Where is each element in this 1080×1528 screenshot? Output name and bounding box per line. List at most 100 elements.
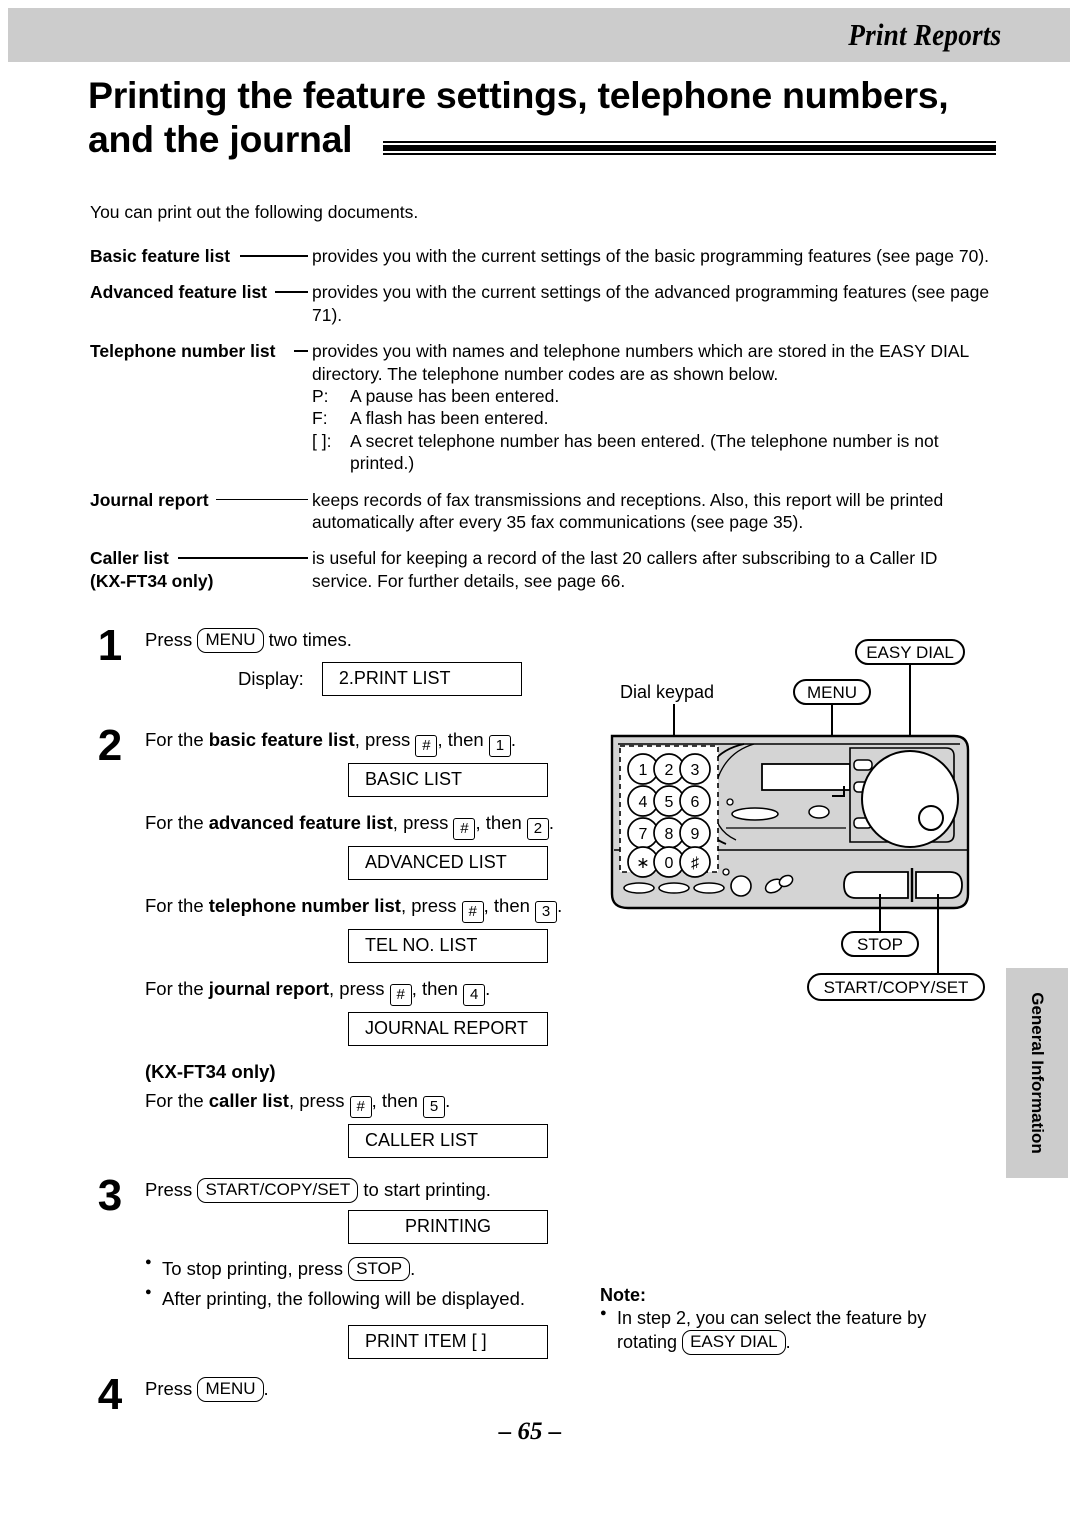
line-mid: , press <box>329 978 385 999</box>
menu-key[interactable]: MENU <box>197 628 264 653</box>
definition-term: Caller list (KX-FT34 only) <box>90 547 312 592</box>
keypad-key-5: 5 <box>665 794 674 811</box>
running-header-bar: Print Reports <box>8 8 1070 62</box>
start-copy-set-key[interactable]: START/COPY/SET <box>197 1177 359 1203</box>
line-mid: , press <box>288 1089 345 1111</box>
line-end: . <box>485 978 491 999</box>
step-3-bullets: To stop printing, press STOP. After prin… <box>145 1255 568 1314</box>
keypad-key-star: ∗ <box>636 855 649 872</box>
line-mid2: , then <box>411 978 458 999</box>
definition-description: provides you with names and telephone nu… <box>312 341 969 384</box>
intro-text: You can print out the following document… <box>90 202 419 222</box>
code-value: A secret telephone number has been enter… <box>350 430 939 474</box>
keypad-key-9: 9 <box>691 826 700 843</box>
line-bold: advanced feature list <box>208 812 393 833</box>
digit-key[interactable]: 1 <box>488 735 511 757</box>
bullet-after-printing: After printing, the following will be di… <box>145 1285 568 1313</box>
line-pre: For the <box>145 978 204 999</box>
note-body: In step 2, you can select the feature by… <box>600 1306 980 1355</box>
definition-row: Advanced feature list provides you with … <box>90 281 990 326</box>
step-2-line-4: For the journal report, press #, then 4. <box>145 977 568 1006</box>
keypad-key-hash: ♯ <box>691 855 699 872</box>
note-body-end: . <box>785 1332 791 1353</box>
lcd-display: 2.PRINT LIST <box>321 661 522 696</box>
callout-menu: MENU <box>807 683 857 702</box>
page-number: – 65 – <box>498 1418 562 1445</box>
definition-description: provides you with the current settings o… <box>312 246 990 266</box>
hash-key[interactable]: # <box>461 901 484 923</box>
lcd-display: CALLER LIST <box>348 1123 548 1158</box>
hash-key[interactable]: # <box>453 818 476 840</box>
digit-key[interactable]: 2 <box>526 818 549 840</box>
bullet-end: . <box>410 1257 416 1279</box>
definition-term: Telephone number list <box>90 340 312 474</box>
line-pre: For the <box>145 1089 204 1111</box>
definition-row: Journal report keeps records of fax tran… <box>90 489 990 534</box>
step-3-instruction: Press START/COPY/SET to start printing. <box>145 1177 568 1203</box>
step-number: 3 <box>97 1170 123 1220</box>
step-1-instruction: Press MENU two times. <box>145 628 568 653</box>
step-number: 1 <box>97 621 123 670</box>
note-block: Note: In step 2, you can select the feat… <box>600 1285 980 1355</box>
side-tab-label: General Information <box>1028 992 1047 1154</box>
definition-term-label: Caller list <box>90 548 169 569</box>
keypad-key-7: 7 <box>639 826 648 843</box>
step-3-tail: to start printing. <box>363 1178 491 1200</box>
line-mid2: , then <box>483 895 530 916</box>
definition-term-label: Telephone number list <box>90 341 276 362</box>
definition-description: keeps records of fax transmissions and r… <box>312 489 944 532</box>
display-label: Display: <box>238 667 304 689</box>
code-value: A flash has been entered. <box>350 408 549 429</box>
line-mid2: , then <box>475 812 522 833</box>
line-bold: caller list <box>208 1089 289 1111</box>
procedure-steps: 1 Press MENU two times. Display: 2.PRINT… <box>88 621 568 1416</box>
line-end: . <box>510 729 517 750</box>
line-end: . <box>557 895 563 916</box>
code-key: [ ]: <box>312 430 332 451</box>
line-mid: , press <box>354 729 411 750</box>
code-key: F: <box>312 408 328 429</box>
step-1-tail: two times. <box>268 629 352 650</box>
definition-term-sublabel: (KX-FT34 only) <box>90 570 214 591</box>
step-number: 4 <box>97 1370 123 1420</box>
step-number: 2 <box>97 721 123 770</box>
display-row: Display: 2.PRINT LIST <box>88 661 568 696</box>
step-4-instruction: Press MENU. <box>145 1377 568 1402</box>
line-end: . <box>445 1089 451 1111</box>
callout-stop: STOP <box>857 935 903 954</box>
hash-key[interactable]: # <box>415 735 438 757</box>
keypad-key-8: 8 <box>665 826 674 843</box>
lcd-display: ADVANCED LIST <box>348 846 548 880</box>
step-2-line-2: For the advanced feature list, press #, … <box>145 811 568 840</box>
hash-key[interactable]: # <box>349 1095 372 1118</box>
side-tab: General Information <box>1006 968 1068 1178</box>
digit-key[interactable]: 3 <box>535 901 558 923</box>
line-bold: basic feature list <box>208 729 355 750</box>
definition-row: Telephone number list provides you with … <box>90 340 990 474</box>
note-heading: Note: <box>600 1285 646 1305</box>
keypad-key-2: 2 <box>665 762 674 779</box>
dial-keypad-label: Dial keypad <box>620 682 714 702</box>
press-word: Press <box>145 629 193 650</box>
code-value: A pause has been entered. <box>350 385 560 406</box>
definition-list: Basic feature list provides you with the… <box>90 245 990 606</box>
stop-key[interactable]: STOP <box>348 1256 411 1282</box>
definition-term-label: Journal report <box>90 489 209 510</box>
callout-easy-dial: EASY DIAL <box>866 643 954 662</box>
line-mid: , press <box>400 895 457 916</box>
code-legend: P: A pause has been entered. F: A flash … <box>312 385 990 475</box>
definition-description: provides you with the current settings o… <box>312 282 990 325</box>
digit-key[interactable]: 4 <box>463 984 486 1006</box>
hash-key[interactable]: # <box>389 984 412 1006</box>
menu-key[interactable]: MENU <box>197 1377 264 1402</box>
press-word: Press <box>145 1178 193 1200</box>
lcd-display: JOURNAL REPORT <box>348 1012 548 1046</box>
step-4-tail: . <box>263 1378 269 1400</box>
line-mid2: , then <box>437 729 484 750</box>
lcd-display: PRINTING <box>348 1209 548 1244</box>
line-mid: , press <box>392 812 449 833</box>
lcd-display: TEL NO. LIST <box>348 929 548 963</box>
easy-dial-key[interactable]: EASY DIAL <box>682 1330 786 1355</box>
definition-term: Basic feature list <box>90 245 312 267</box>
digit-key[interactable]: 5 <box>423 1095 446 1118</box>
